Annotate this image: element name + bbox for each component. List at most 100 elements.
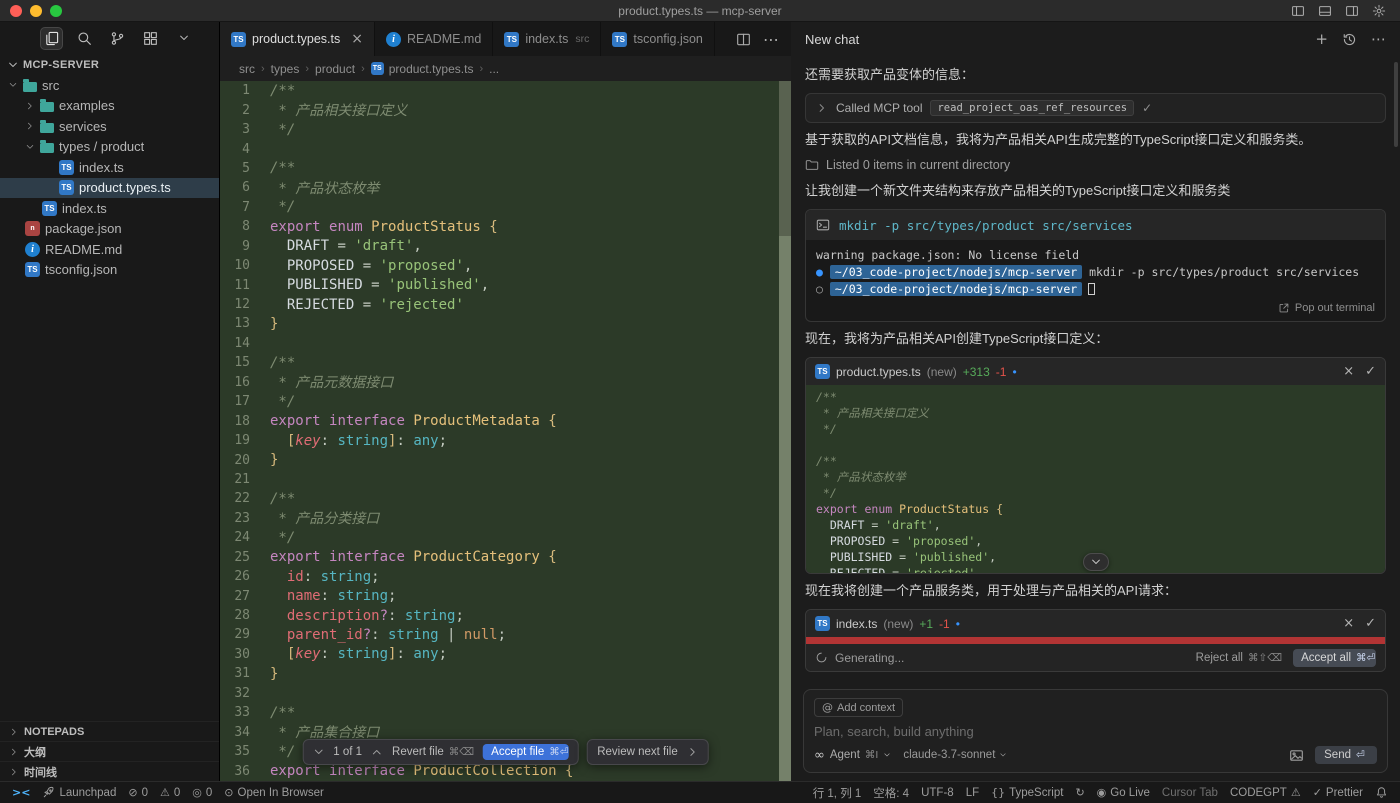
chat-plus-button[interactable]: + — [1315, 32, 1328, 47]
terminal-command: mkdir -p src/types/product src/services — [839, 218, 1133, 233]
split-editor-button[interactable] — [736, 32, 751, 47]
diff-card-header[interactable]: TS index.ts (new) +1 -1 • ×✓ — [806, 610, 1385, 637]
tree-item-index.ts[interactable]: TSindex.ts — [0, 198, 219, 219]
typescript-file-icon: TS — [371, 62, 384, 75]
breadcrumb-...[interactable]: ... — [489, 62, 499, 76]
breadcrumb-src[interactable]: src — [239, 62, 255, 76]
scrollbar-thumb[interactable] — [779, 81, 791, 236]
activity-search-button[interactable] — [73, 27, 96, 50]
chat-ellipsis-button[interactable]: ⋯ — [1371, 32, 1386, 47]
tree-item-src[interactable]: src — [0, 75, 219, 96]
code-line: 6 * 产品状态枚举 — [220, 178, 791, 197]
status-prettier[interactable]: ✓Prettier — [1307, 782, 1369, 803]
activity-files-button[interactable] — [40, 27, 63, 50]
diff-card-index-ts: TS index.ts (new) +1 -1 • ×✓ Generating.… — [805, 609, 1386, 672]
send-button[interactable]: Send ⏎ — [1315, 746, 1377, 764]
status-notifications[interactable] — [1369, 782, 1394, 803]
tree-item-tsconfig.json[interactable]: TStsconfig.json — [0, 260, 219, 281]
status-remote[interactable]: >< — [6, 782, 36, 803]
close-diff-button[interactable]: × — [1343, 365, 1354, 378]
revert-file-button[interactable]: Revert file ⌘⌫ — [392, 746, 474, 758]
status-eol[interactable]: LF — [960, 782, 985, 803]
minimize-window-button[interactable] — [30, 5, 42, 17]
status-open-in-browser[interactable]: ⊙Open In Browser — [218, 782, 330, 803]
code-editor[interactable]: 1/**2 * 产品相关接口定义3 */45/**6 * 产品状态枚举7 */8… — [220, 81, 791, 781]
chevron-down-icon — [178, 32, 190, 44]
tree-item-product.types.ts[interactable]: TSproduct.types.ts — [0, 178, 219, 199]
breadcrumb-product.types.ts[interactable]: TSproduct.types.ts — [371, 62, 474, 76]
zoom-window-button[interactable] — [50, 5, 62, 17]
breadcrumb-types[interactable]: types — [271, 62, 300, 76]
diff-card-header[interactable]: TS product.types.ts (new) +313 -1 • ×✓ — [806, 358, 1385, 385]
sidebar-section-时间线[interactable]: 时间线 — [0, 761, 219, 781]
pop-out-terminal-button[interactable]: Pop out terminal — [1278, 302, 1375, 314]
accept-all-button[interactable]: Accept all ⌘⏎ — [1293, 649, 1376, 667]
overview-ruler[interactable] — [779, 81, 791, 781]
next-change-button[interactable] — [371, 746, 383, 758]
code-line: 2 * 产品相关接口定义 — [220, 100, 791, 119]
close-diff-button[interactable]: × — [1343, 617, 1354, 630]
status-go-live[interactable]: ◉Go Live — [1091, 782, 1156, 803]
add-context-button[interactable]: @ Add context — [814, 698, 903, 717]
diff-card-product-types: TS product.types.ts (new) +313 -1 • ×✓ /… — [805, 357, 1386, 574]
tree-item-readme.md[interactable]: iREADME.md — [0, 239, 219, 260]
reject-all-button[interactable]: Reject all ⌘⇧⌫ — [1196, 652, 1282, 664]
activity-source-control-button[interactable] — [106, 27, 129, 50]
code-line: 8export enum ProductStatus { — [220, 217, 791, 236]
review-next-file-button[interactable]: Review next file — [587, 739, 709, 765]
sidebar-section-NOTEPADS[interactable]: NOTEPADS — [0, 721, 219, 741]
more-tab-actions-button[interactable]: ⋯ — [763, 30, 779, 49]
review-counter: 1 of 1 — [333, 746, 362, 758]
status-cursor-tab[interactable]: Cursor Tab — [1156, 782, 1224, 803]
code-line: 14 — [220, 334, 791, 353]
tree-item-index.ts[interactable]: TSindex.ts — [0, 157, 219, 178]
code-line: 4 — [220, 139, 791, 158]
panel-bottom-button[interactable] — [1318, 4, 1332, 18]
terminal-command-header[interactable]: mkdir -p src/types/product src/services — [806, 210, 1385, 240]
tab-README.md[interactable]: iREADME.md — [375, 22, 493, 56]
chat-history-button[interactable] — [1342, 32, 1357, 47]
tree-item-services[interactable]: services — [0, 116, 219, 137]
settings-button[interactable] — [1372, 4, 1386, 18]
status-codegpt[interactable]: CODEGPT⚠ — [1224, 782, 1307, 803]
attach-image-button[interactable] — [1289, 748, 1304, 763]
status-ports[interactable]: ◎0 — [186, 782, 218, 803]
tree-item-examples[interactable]: examples — [0, 96, 219, 117]
check-diff-button[interactable]: ✓ — [1365, 365, 1376, 378]
panel-right-button[interactable] — [1345, 4, 1359, 18]
explorer-section-header[interactable]: MCP-SERVER — [0, 54, 219, 75]
status-indentation[interactable]: 空格: 4 — [867, 782, 915, 803]
status-errors[interactable]: ⊘0 — [122, 782, 154, 803]
mcp-tool-call[interactable]: Called MCP tool read_project_oas_ref_res… — [805, 93, 1386, 123]
terminal-footer: Pop out terminal — [806, 300, 1385, 321]
status-launchpad[interactable]: Launchpad — [36, 782, 122, 803]
check-diff-button[interactable]: ✓ — [1365, 617, 1376, 630]
sidebar-section-大纲[interactable]: 大纲 — [0, 741, 219, 761]
close-window-button[interactable] — [10, 5, 22, 17]
chat-input[interactable]: Plan, search, build anything — [814, 724, 1377, 739]
status-sync[interactable]: ↻ — [1069, 782, 1090, 803]
listed-directory-row[interactable]: Listed 0 items in current directory — [805, 158, 1386, 172]
tab-tsconfig.json[interactable]: TStsconfig.json — [601, 22, 714, 56]
tree-item-package.json[interactable]: npackage.json — [0, 219, 219, 240]
status-warnings[interactable]: ⚠0 — [154, 782, 186, 803]
tab-index.ts[interactable]: TSindex.tssrc — [493, 22, 601, 56]
chat-scrollbar[interactable] — [1394, 62, 1398, 147]
panel-left-button[interactable] — [1291, 4, 1305, 18]
close-tab-icon[interactable]: × — [351, 32, 363, 46]
accept-file-button[interactable]: Accept file ⌘⏎ — [483, 744, 569, 760]
breadcrumb-product[interactable]: product — [315, 62, 355, 76]
activity-chevron-down-button[interactable] — [172, 27, 195, 50]
expand-diff-button[interactable] — [1083, 553, 1109, 571]
status-language[interactable]: {}TypeScript — [985, 782, 1069, 803]
prev-change-button[interactable] — [312, 746, 324, 758]
agent-mode-selector[interactable]: ∞ Agent ⌘I — [814, 748, 891, 763]
tree-item-types-product[interactable]: types / product — [0, 137, 219, 158]
status-encoding[interactable]: UTF-8 — [915, 782, 960, 803]
package-json-icon: n — [25, 221, 40, 236]
tool-chevron — [816, 102, 828, 114]
model-selector[interactable]: claude-3.7-sonnet — [903, 749, 1007, 761]
tab-product.types.ts[interactable]: TSproduct.types.ts× — [220, 22, 375, 56]
activity-extensions-button[interactable] — [139, 27, 162, 50]
status-cursor-position[interactable]: 行 1, 列 1 — [807, 782, 868, 803]
